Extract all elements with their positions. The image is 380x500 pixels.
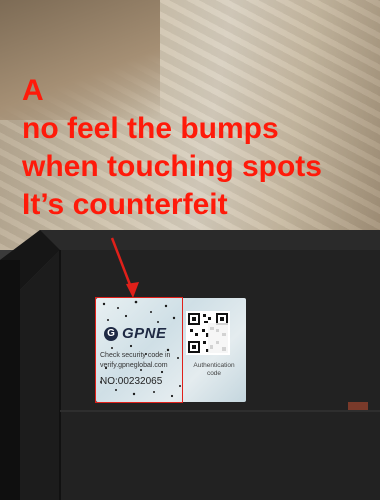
annotation-caption: A no feel the bumps when touching spots … [22, 72, 380, 224]
caption-line-2: no feel the bumps [22, 112, 279, 145]
caption-line-3: when touching spots [22, 150, 322, 183]
caption-line-1: A [22, 74, 44, 107]
caption-line-4: It’s counterfeit [22, 188, 228, 221]
product-photo: G GPNE Check security code in verify.gpn… [0, 0, 380, 500]
device-connector [348, 402, 368, 410]
